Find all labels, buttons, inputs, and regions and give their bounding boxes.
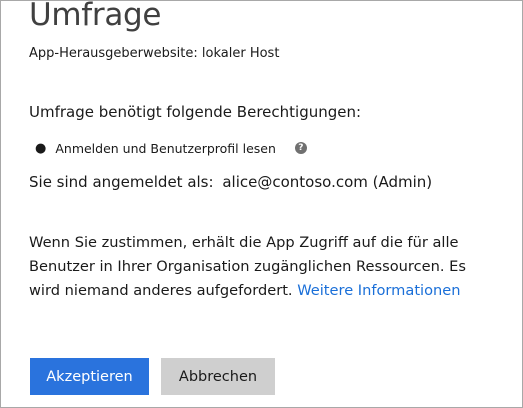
signed-in-info: Sie sind angemeldet als: alice@contoso.c… [29,173,432,191]
permissions-heading: Umfrage benötigt folgende Berechtigungen… [29,103,362,121]
bullet-icon: ● [35,140,47,156]
consent-dialog: Umfrage App-Herausgeberwebsite: lokaler … [0,0,523,408]
consent-description: Wenn Sie zustimmen, erhält die App Zugri… [29,231,499,303]
permission-item: ● Anmelden und Benutzerprofil lesen ? [35,139,307,157]
question-circle-icon[interactable]: ? [294,142,307,154]
cancel-button[interactable]: Abbrechen [161,358,275,395]
more-info-link[interactable]: Weitere Informationen [297,282,460,299]
accept-button[interactable]: Akzeptieren [30,358,149,395]
publisher-website: App-Herausgeberwebsite: lokaler Host [29,46,280,61]
permission-label: Anmelden und Benutzerprofil lesen [55,140,276,156]
dialog-title: Umfrage [29,0,162,33]
signed-in-account: alice@contoso.com (Admin) [222,173,433,191]
signed-in-label: Sie sind angemeldet als: [29,173,214,191]
